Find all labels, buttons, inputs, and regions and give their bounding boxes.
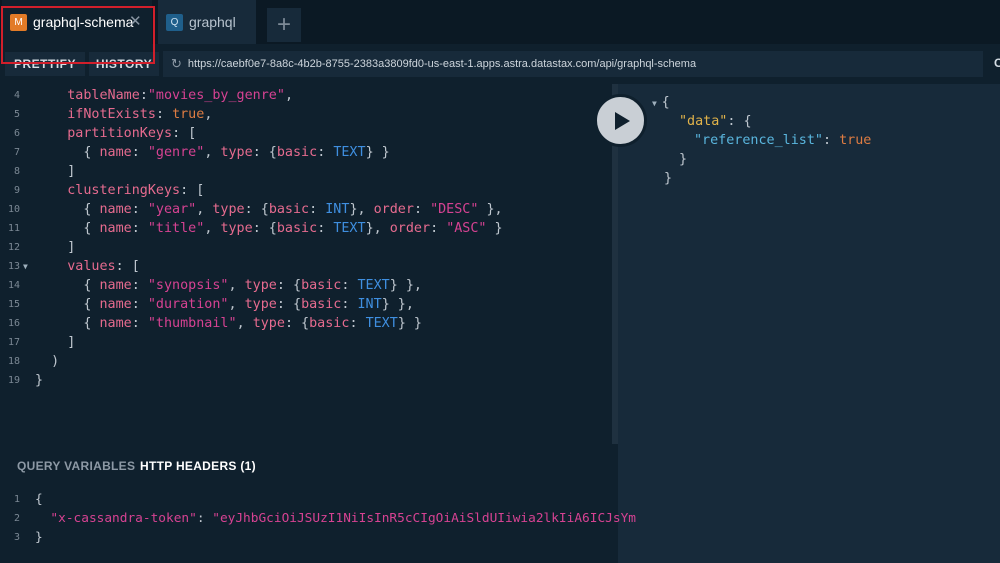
- line-number: 13: [7, 261, 20, 272]
- line-number: 1: [13, 494, 20, 505]
- endpoint-url-bar[interactable]: ↻ https://caebf0e7-8a8c-4b2b-8755-2383a3…: [163, 51, 983, 77]
- tab-graphql[interactable]: Q graphql: [158, 0, 256, 44]
- refresh-icon[interactable]: ↻: [171, 56, 182, 72]
- tab-graphql-schema[interactable]: M graphql-schema ✕: [2, 0, 152, 44]
- line-number: 3: [13, 532, 20, 543]
- result-pane: ▼ { "data": { "reference_list": true } }: [618, 84, 1000, 563]
- tab-label: graphql-schema: [33, 14, 134, 30]
- query-badge: Q: [166, 13, 183, 31]
- mutation-badge: M: [10, 13, 27, 31]
- line-number: 7: [13, 147, 20, 158]
- line-number: 8: [13, 166, 20, 177]
- line-number: 14: [7, 280, 20, 291]
- line-number: 4: [13, 90, 20, 101]
- fold-arrow-icon[interactable]: ▼: [23, 257, 28, 276]
- prettify-button[interactable]: PRETTIFY: [5, 52, 85, 76]
- tab-query-variables[interactable]: QUERY VARIABLES: [17, 459, 135, 473]
- close-icon[interactable]: ✕: [129, 12, 142, 30]
- line-number: 18: [7, 356, 20, 367]
- line-number: 5: [13, 109, 20, 120]
- line-number: 10: [7, 204, 20, 215]
- play-icon: [615, 111, 630, 130]
- variables-panel: QUERY VARIABLES HTTP HEADERS (1) 1{ 2 "x…: [0, 454, 636, 563]
- tab-http-headers[interactable]: HTTP HEADERS (1): [140, 459, 256, 473]
- line-number: 11: [7, 223, 20, 234]
- tab-bar: M graphql-schema ✕ Q graphql +: [0, 0, 1000, 44]
- line-number: 12: [7, 242, 20, 253]
- endpoint-url[interactable]: https://caebf0e7-8a8c-4b2b-8755-2383a380…: [188, 58, 696, 70]
- query-editor[interactable]: 4 tableName:"movies_by_genre", 5 ifNotEx…: [0, 84, 612, 454]
- fold-arrow-icon[interactable]: ▼: [652, 99, 662, 108]
- line-number: 2: [13, 513, 20, 524]
- toolbar: PRETTIFY HISTORY ↻ https://caebf0e7-8a8c…: [0, 44, 1000, 84]
- line-number: 17: [7, 337, 20, 348]
- tab-label: graphql: [189, 14, 236, 30]
- line-number: 9: [13, 185, 20, 196]
- execute-query-button[interactable]: [594, 94, 647, 147]
- line-number: 6: [13, 128, 20, 139]
- toolbar-overflow-button[interactable]: C: [994, 56, 1000, 70]
- line-number: 16: [7, 318, 20, 329]
- line-number: 19: [7, 375, 20, 386]
- history-button[interactable]: HISTORY: [89, 52, 159, 76]
- line-number: 15: [7, 299, 20, 310]
- add-tab-button[interactable]: +: [267, 8, 301, 42]
